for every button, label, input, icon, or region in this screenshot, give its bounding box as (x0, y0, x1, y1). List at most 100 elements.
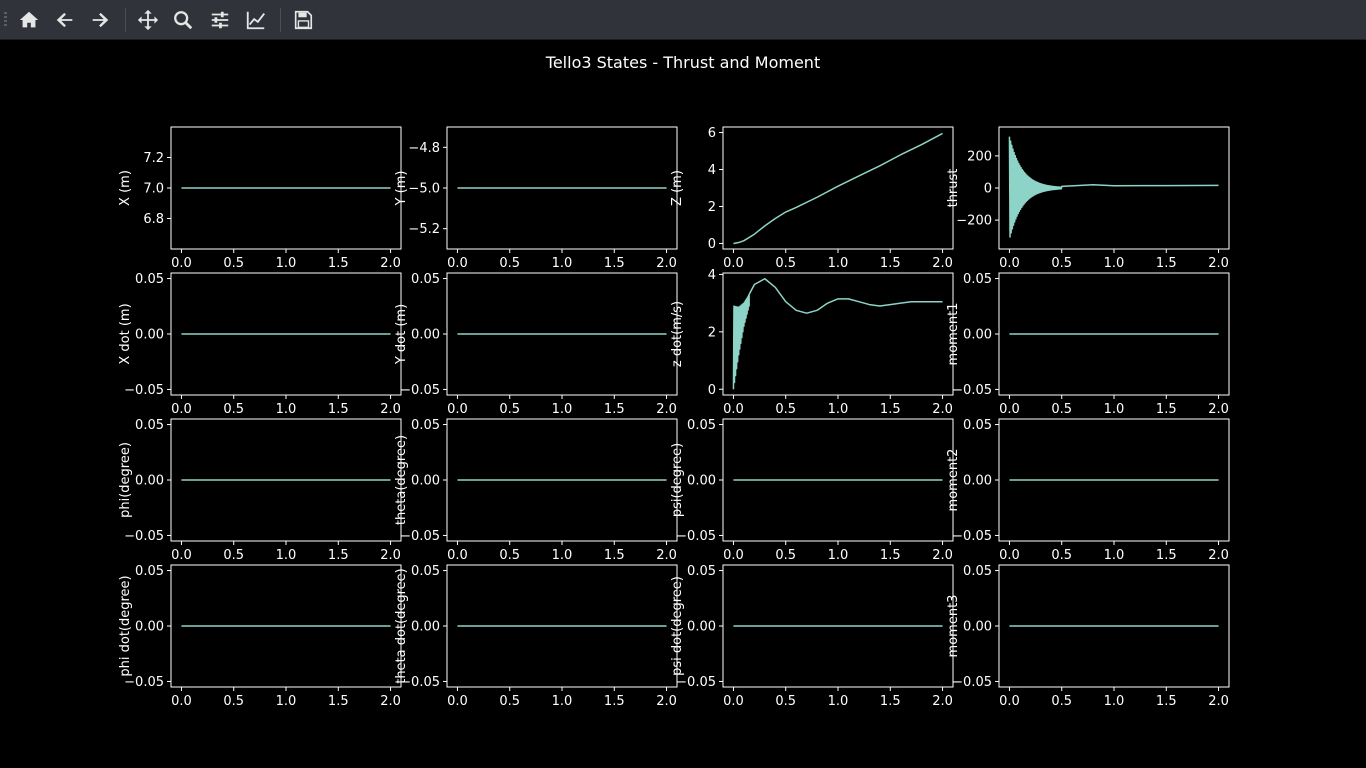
x-tick-label: 0.0 (723, 402, 744, 417)
y-tick-label: 6 (708, 126, 716, 141)
x-tick-label: 1.5 (604, 548, 625, 563)
x-tick-label: 1.5 (328, 402, 349, 417)
y-tick-label: 0.00 (411, 620, 440, 635)
y-tick-label: 0.05 (135, 418, 164, 433)
x-tick-label: 0.5 (775, 256, 796, 271)
y-tick-label: 0.00 (411, 328, 440, 343)
x-tick-label: 1.5 (328, 694, 349, 709)
back-button[interactable] (50, 5, 80, 35)
x-tick-label: 0.0 (723, 694, 744, 709)
subplot-zdot: 0.0 0.5 1.0 1.5 2.0 0 2 4 z dot(m/s) (670, 268, 954, 417)
x-tick-label: 0.5 (775, 402, 796, 417)
pan-button[interactable] (133, 5, 163, 35)
axes-frame (722, 272, 954, 396)
y-tick-label: 2 (708, 325, 716, 340)
y-axis-label: Y (m) (394, 171, 409, 207)
y-axis-label: phi(degree) (118, 442, 133, 518)
y-axis-label: X dot (m) (118, 303, 133, 364)
x-tick-label: 1.5 (604, 256, 625, 271)
x-tick-label: 2.0 (1208, 402, 1229, 417)
x-tick-label: 0.0 (723, 256, 744, 271)
y-tick-label: −0.05 (952, 675, 992, 690)
y-tick-label: −0.05 (124, 529, 164, 544)
x-tick-label: 2.0 (656, 548, 677, 563)
x-tick-label: 1.5 (1156, 402, 1177, 417)
x-tick-label: 0.5 (775, 548, 796, 563)
save-button[interactable] (288, 5, 318, 35)
edit-axes-button[interactable] (241, 5, 271, 35)
y-tick-label: 0.05 (687, 564, 716, 579)
x-tick-label: 0.5 (499, 256, 520, 271)
y-axis-label: X (m) (118, 170, 133, 206)
y-axis-label: z dot(m/s) (670, 301, 685, 367)
y-tick-label: 4 (708, 163, 716, 178)
y-tick-label: −0.05 (124, 383, 164, 398)
x-tick-label: 2.0 (656, 256, 677, 271)
x-tick-label: 0.5 (499, 548, 520, 563)
x-tick-label: 0.5 (499, 694, 520, 709)
y-tick-label: 4 (708, 268, 716, 283)
x-tick-label: 0.5 (775, 694, 796, 709)
x-tick-label: 2.0 (656, 694, 677, 709)
x-tick-label: 2.0 (932, 548, 953, 563)
y-tick-label: 0.00 (135, 620, 164, 635)
x-tick-label: 0.0 (171, 694, 192, 709)
y-axis-label: theta(degree) (394, 435, 409, 525)
y-tick-label: −0.05 (400, 529, 440, 544)
subplot-psi: 0.0 0.5 1.0 1.5 2.0 −0.05 0.00 0.05psi(degree) (670, 418, 954, 563)
x-tick-label: 1.0 (552, 256, 573, 271)
y-tick-label: 2 (708, 200, 716, 215)
x-tick-label: 0.5 (223, 256, 244, 271)
subplot-y: 0.0 0.5 1.0 1.5 2.0 −5.2 −5.0 −4.8 Y (m) (394, 126, 678, 271)
x-tick-label: 0.0 (447, 548, 468, 563)
x-tick-label: 0.5 (1051, 256, 1072, 271)
x-tick-label: 1.0 (552, 402, 573, 417)
subplot-xdot: 0.0 0.5 1.0 1.5 2.0 −0.05 0.00 0.05 X dot (m) (118, 272, 402, 417)
x-tick-label: 2.0 (656, 402, 677, 417)
subplot-thetadot: 0.0 0.5 1.0 1.5 2.0−0.050.000.05theta dot(de… (394, 564, 678, 709)
toolbar-grip-handle[interactable] (4, 12, 7, 28)
y-axis-label: psi dot(degree) (670, 576, 685, 676)
y-tick-label: 200 (967, 149, 992, 164)
subplot-theta: 0.0 0.5 1.0 1.5 2.0 −0.05 0.00 0.05theta(degree… (394, 418, 678, 563)
forward-button[interactable] (85, 5, 115, 35)
x-tick-label: 1.0 (1104, 694, 1125, 709)
x-tick-label: 0.5 (1051, 402, 1072, 417)
x-tick-label: 1.5 (880, 402, 901, 417)
y-axis-label: Y dot (m) (394, 304, 409, 365)
x-tick-label: 1.0 (828, 256, 849, 271)
y-tick-label: 0.00 (963, 474, 992, 489)
y-tick-label: −5.0 (408, 182, 440, 197)
move-icon (137, 9, 159, 31)
subplot-z: 0.0 0.5 1.0 1.5 2.0 0 2 4 6 Z (m) (670, 126, 954, 271)
x-tick-label: 1.0 (1104, 548, 1125, 563)
x-tick-label: 0.5 (499, 402, 520, 417)
x-tick-label: 0.0 (999, 694, 1020, 709)
x-tick-label: 0.0 (447, 256, 468, 271)
x-tick-label: 1.0 (276, 402, 297, 417)
configure-subplots-button[interactable] (205, 5, 235, 35)
x-tick-label: 1.5 (880, 694, 901, 709)
y-tick-label: 0.00 (687, 474, 716, 489)
x-tick-label: 0.0 (723, 548, 744, 563)
y-tick-label: 7.0 (143, 182, 164, 197)
x-tick-label: 1.0 (276, 548, 297, 563)
x-tick-label: 1.0 (1104, 256, 1125, 271)
y-tick-label: 0 (708, 383, 716, 398)
y-tick-label: 0.05 (687, 418, 716, 433)
x-tick-label: 1.0 (1104, 402, 1125, 417)
toolbar (0, 0, 1366, 40)
y-tick-label: −4.8 (408, 141, 440, 156)
home-icon (19, 11, 39, 28)
y-tick-label: −0.05 (676, 529, 716, 544)
subplot-phi: 0.0 0.5 1.0 1.5 2.0 −0.05 0.00 0.05phi(degree) (118, 418, 402, 563)
x-tick-label: 0.0 (171, 402, 192, 417)
y-tick-label: 0.05 (135, 564, 164, 579)
subplot-moment3: 0.0 0.5 1.0 1.5 2.0 −0.05 0.00 0.05 moment3 (946, 564, 1230, 709)
figure-canvas[interactable]: Tello3 States - Thrust and Moment 0.0 0.5… (0, 40, 1366, 768)
x-tick-label: 2.0 (1208, 694, 1229, 709)
x-tick-label: 0.0 (171, 256, 192, 271)
home-button[interactable] (14, 5, 44, 35)
zoom-button[interactable] (168, 5, 198, 35)
subplot-x: 0.0 0.5 1.0 1.5 2.0 6.8 7.0 7.2 X (m) (118, 126, 402, 271)
